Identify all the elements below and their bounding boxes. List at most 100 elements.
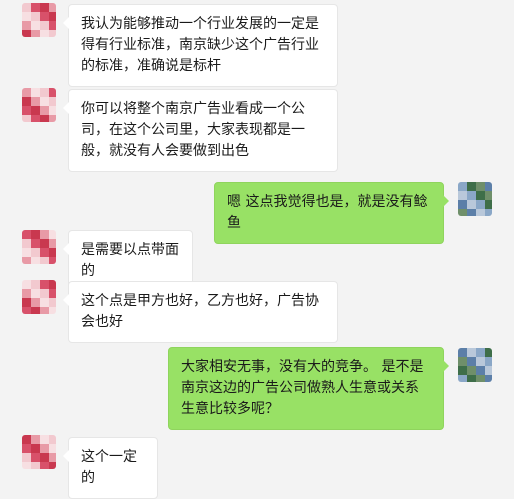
- avatar-pixel: [22, 30, 31, 37]
- avatar-pixel: [22, 106, 31, 115]
- avatar-pixel: [40, 298, 49, 307]
- avatar-pixel: [49, 298, 56, 307]
- avatar-pixel: [458, 375, 467, 382]
- avatar-pixel: [22, 289, 31, 298]
- avatar[interactable]: [22, 435, 56, 469]
- avatar-pixel: [485, 375, 492, 382]
- avatar-pixel: [467, 182, 476, 191]
- avatar-pixel: [458, 366, 467, 375]
- avatar-pixel: [31, 239, 40, 248]
- avatar-pixel: [31, 289, 40, 298]
- avatar-pixel: [467, 366, 476, 375]
- avatar-pixel: [22, 3, 31, 12]
- avatar-pixel: [31, 307, 40, 314]
- avatar-pixel: [49, 106, 56, 115]
- avatar-pixel: [40, 280, 49, 289]
- avatar-pixel: [467, 191, 476, 200]
- avatar-pixel: [40, 257, 49, 264]
- avatar-pixel: [40, 106, 49, 115]
- avatar-pixel: [31, 21, 40, 30]
- message-bubble-incoming[interactable]: 你可以将整个南京广告业看成一个公司，在这个公司里，大家表现都是一般，就没有人会要…: [63, 89, 338, 172]
- avatar-pixel: [458, 357, 467, 366]
- avatar-pixel: [458, 348, 467, 357]
- avatar-pixel: [40, 289, 49, 298]
- avatar-pixel: [467, 357, 476, 366]
- avatar-pixel: [22, 230, 31, 239]
- avatar-pixel: [476, 200, 485, 209]
- avatar-pixel: [485, 366, 492, 375]
- message-bubble-outgoing[interactable]: 嗯 这点我觉得也是，就是没有鲶鱼: [214, 182, 449, 244]
- avatar-pixel: [49, 3, 56, 12]
- avatar-pixel: [22, 248, 31, 257]
- avatar[interactable]: [22, 230, 56, 264]
- avatar-pixel: [22, 280, 31, 289]
- avatar-pixel: [31, 257, 40, 264]
- avatar-pixel: [49, 88, 56, 97]
- avatar[interactable]: [458, 348, 492, 382]
- avatar-pixel: [40, 444, 49, 453]
- avatar-pixel: [49, 230, 56, 239]
- avatar-pixel: [49, 289, 56, 298]
- avatar-pixel: [22, 115, 31, 122]
- avatar-pixel: [49, 12, 56, 21]
- avatar-pixel: [40, 88, 49, 97]
- avatar-pixel: [40, 21, 49, 30]
- avatar-pixel: [40, 3, 49, 12]
- avatar-pixel: [22, 444, 31, 453]
- avatar-pixel: [22, 21, 31, 30]
- avatar-pixel: [49, 462, 56, 469]
- avatar-pixel: [31, 462, 40, 469]
- avatar-pixel: [31, 12, 40, 21]
- message-bubble-incoming[interactable]: 这个点是甲方也好，乙方也好，广告协会也好: [63, 281, 338, 343]
- avatar-pixel: [476, 357, 485, 366]
- avatar[interactable]: [22, 280, 56, 314]
- avatar[interactable]: [22, 3, 56, 37]
- avatar-pixel: [485, 348, 492, 357]
- avatar-pixel: [22, 12, 31, 21]
- avatar-pixel: [485, 200, 492, 209]
- message-bubble-incoming[interactable]: 这个一定的: [63, 437, 158, 499]
- avatar-pixel: [458, 182, 467, 191]
- avatar-pixel: [485, 357, 492, 366]
- avatar-pixel: [476, 182, 485, 191]
- avatar-pixel: [31, 298, 40, 307]
- avatar-pixel: [40, 115, 49, 122]
- avatar-pixel: [40, 453, 49, 462]
- avatar-pixel: [22, 462, 31, 469]
- avatar-pixel: [40, 307, 49, 314]
- avatar-pixel: [40, 12, 49, 21]
- avatar-pixel: [49, 453, 56, 462]
- avatar-pixel: [485, 209, 492, 216]
- avatar-pixel: [31, 106, 40, 115]
- avatar-pixel: [458, 209, 467, 216]
- avatar-pixel: [31, 88, 40, 97]
- avatar-pixel: [40, 97, 49, 106]
- message-bubble-outgoing[interactable]: 大家相安无事，没有大的竞争。 是不是南京这边的广告公司做熟人生意或关系生意比较多…: [168, 347, 449, 430]
- avatar-pixel: [476, 375, 485, 382]
- avatar-pixel: [22, 453, 31, 462]
- avatar-pixel: [49, 280, 56, 289]
- avatar-pixel: [40, 462, 49, 469]
- avatar-pixel: [31, 3, 40, 12]
- avatar-pixel: [40, 239, 49, 248]
- avatar-pixel: [22, 298, 31, 307]
- avatar-pixel: [22, 307, 31, 314]
- avatar-pixel: [458, 191, 467, 200]
- avatar-pixel: [49, 444, 56, 453]
- avatar-pixel: [458, 200, 467, 209]
- avatar-pixel: [49, 239, 56, 248]
- avatar-pixel: [467, 375, 476, 382]
- avatar-pixel: [467, 209, 476, 216]
- avatar-pixel: [31, 248, 40, 257]
- avatar-pixel: [485, 191, 492, 200]
- avatar[interactable]: [22, 88, 56, 122]
- avatar[interactable]: [458, 182, 492, 216]
- message-bubble-incoming[interactable]: 我认为能够推动一个行业发展的一定是得有行业标准，南京缺少这个广告行业的标准，准确…: [63, 4, 338, 87]
- avatar-pixel: [31, 280, 40, 289]
- avatar-pixel: [49, 30, 56, 37]
- avatar-pixel: [49, 97, 56, 106]
- avatar-pixel: [40, 435, 49, 444]
- avatar-pixel: [31, 453, 40, 462]
- avatar-pixel: [22, 257, 31, 264]
- avatar-pixel: [40, 230, 49, 239]
